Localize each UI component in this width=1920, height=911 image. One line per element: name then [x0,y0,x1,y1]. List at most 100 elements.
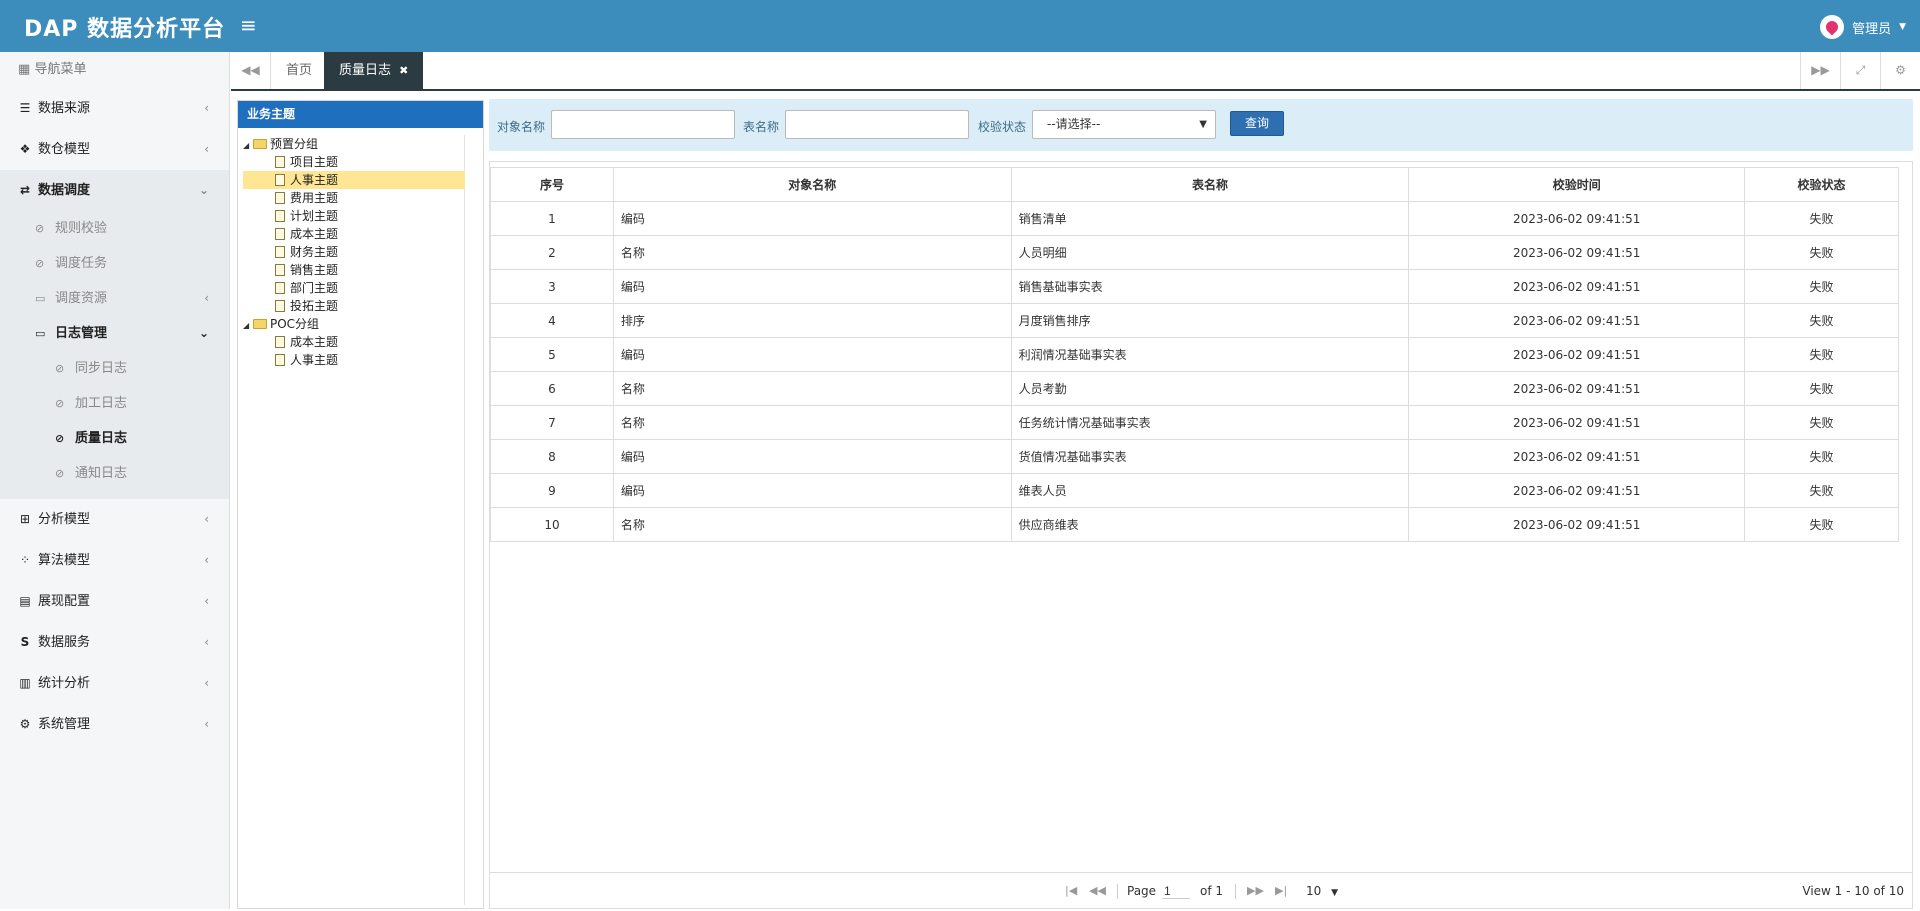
tree-node[interactable]: 财务主题 [243,243,464,261]
sidebar-item-warehouse-model[interactable]: ❖ 数仓模型 ‹ [0,129,229,170]
tab-scroll-left-icon[interactable]: ◀◀ [231,52,271,89]
page-number-input[interactable] [1162,883,1190,899]
column-header[interactable]: 校验状态 [1744,167,1899,202]
cell-table-name: 任务统计情况基础事实表 [1010,405,1410,440]
cell-table-name: 月度销售排序 [1010,303,1410,338]
fullscreen-icon[interactable]: ⤢ [1840,52,1880,89]
sidebar-item-data-service[interactable]: S 数据服务 ‹ [0,622,229,663]
sidebar-item-system-management[interactable]: ⚙ 系统管理 ‹ [0,704,229,745]
shuffle-icon: ⇄ [19,183,31,197]
table-row[interactable]: 6 名称 人员考勤 2023-06-02 09:41:51 失败 [490,371,1899,406]
tree-node-label: 销售主题 [290,263,339,277]
sidebar-item-schedule-resource[interactable]: ▭ 调度资源 ‹ [0,281,229,316]
sidebar-item-display-config[interactable]: ▤ 展现配置 ‹ [0,581,229,622]
tree-group-preset[interactable]: ◢ 预置分组 [243,135,464,153]
tree-node[interactable]: 销售主题 [243,261,464,279]
file-icon [275,282,285,294]
file-icon [275,174,285,186]
sidebar-item-log-management[interactable]: ▭ 日志管理 ⌄ [0,316,229,351]
object-name-input[interactable] [551,110,735,139]
table-row[interactable]: 9 编码 维表人员 2023-06-02 09:41:51 失败 [490,473,1899,508]
user-menu[interactable]: 管理员 ▼ [1820,15,1906,39]
tree-node[interactable]: 人事主题 [243,171,465,189]
query-button[interactable]: 查询 [1230,111,1285,136]
tree-node[interactable]: 成本主题 [243,225,464,243]
avatar[interactable] [1820,15,1845,39]
first-page-icon[interactable]: |◀ [1065,873,1077,909]
tree-group-poc[interactable]: ◢ POC分组 [243,315,464,333]
tab-home[interactable]: 首页 [271,52,327,89]
caret-down-icon[interactable]: ▼ [1899,22,1906,32]
file-icon [275,210,285,222]
sidebar-item-process-log[interactable]: ⊘ 加工日志 [0,386,229,421]
sidebar-item-statistics[interactable]: ▥ 统计分析 ‹ [0,663,229,704]
table-row[interactable]: 1 编码 销售清单 2023-06-02 09:41:51 失败 [490,201,1899,236]
tree-node[interactable]: 人事主题 [243,351,464,369]
close-icon[interactable]: ✖ [399,64,408,77]
sidebar-item-quality-log[interactable]: ⊘ 质量日志 [0,421,229,456]
sidebar-item-sync-log[interactable]: ⊘ 同步日志 [0,351,229,386]
column-header[interactable]: 校验时间 [1408,167,1746,202]
sidebar-item-data-source[interactable]: ☰ 数据来源 ‹ [0,88,229,129]
sidebar-item-label: 数仓模型 [38,142,91,157]
sidebar-item-label: 加工日志 [75,396,128,411]
check-status-select[interactable]: --请选择-- ▼ [1032,110,1216,139]
sidebar-item-label: 通知日志 [75,466,128,481]
tree-title: 业务主题 [238,101,483,128]
sidebar-item-algorithm-model[interactable]: ⁘ 算法模型 ‹ [0,540,229,581]
sidebar-item-label: 质量日志 [75,431,128,446]
gear-icon[interactable]: ⚙ [1880,52,1920,89]
chevron-down-icon: ▼ [1199,119,1207,130]
sidebar-item-label: 调度任务 [55,256,108,271]
cell-index: 1 [490,201,614,236]
cell-object-name: 编码 [612,337,1012,372]
sidebar-item-rule-check[interactable]: ⊘ 规则校验 [0,211,229,246]
table-row[interactable]: 2 名称 人员明细 2023-06-02 09:41:51 失败 [490,235,1899,270]
tree-node-label: 预置分组 [270,137,319,151]
cell-check-status: 失败 [1744,473,1899,508]
chevron-left-icon: ‹ [204,512,209,526]
column-header[interactable]: 序号 [490,167,614,202]
tree-node[interactable]: 计划主题 [243,207,464,225]
file-icon [275,336,285,348]
tree-node-label: 人事主题 [290,353,339,367]
next-page-icon[interactable]: ▶▶ [1247,873,1264,909]
sidebar-item-analysis-model[interactable]: ⊞ 分析模型 ‹ [0,499,229,540]
table-row[interactable]: 8 编码 货值情况基础事实表 2023-06-02 09:41:51 失败 [490,439,1899,474]
sidebar-item-notify-log[interactable]: ⊘ 通知日志 [0,456,229,491]
cell-index: 10 [490,507,614,542]
tree-node[interactable]: 部门主题 [243,279,464,297]
tree-node[interactable]: 项目主题 [243,153,464,171]
chevron-left-icon: ‹ [204,676,209,690]
leaf-icon: ⊘ [35,222,45,235]
tree-node[interactable]: 投拓主题 [243,297,464,315]
last-page-icon[interactable]: ▶| [1275,873,1287,909]
sidebar-item-data-schedule[interactable]: ⇄ 数据调度 ⌄ [0,170,229,211]
file-icon [275,246,285,258]
tree-node[interactable]: 成本主题 [243,333,464,351]
user-name[interactable]: 管理员 [1852,18,1891,37]
cell-index: 3 [490,269,614,304]
table-row[interactable]: 5 编码 利润情况基础事实表 2023-06-02 09:41:51 失败 [490,337,1899,372]
rows-per-page-select[interactable]: 10 ▼ [1306,873,1338,909]
table-row[interactable]: 10 名称 供应商维表 2023-06-02 09:41:51 失败 [490,507,1899,542]
tree-node-label: 成本主题 [290,227,339,241]
cell-check-time: 2023-06-02 09:41:51 [1408,201,1746,236]
column-header[interactable]: 表名称 [1010,167,1410,202]
cell-index: 5 [490,337,614,372]
column-header[interactable]: 对象名称 [612,167,1012,202]
tree-node[interactable]: 费用主题 [243,189,464,207]
tab-label: 首页 [286,63,313,78]
menu-toggle-icon[interactable]: ≡ [240,13,257,37]
prev-page-icon[interactable]: ◀◀ [1089,873,1106,909]
table-row[interactable]: 4 排序 月度销售排序 2023-06-02 09:41:51 失败 [490,303,1899,338]
tab-quality-log[interactable]: 质量日志 ✖ [324,52,424,89]
table-name-input[interactable] [785,110,969,139]
tab-scroll-right-icon[interactable]: ▶▶ [1800,52,1840,89]
cell-check-status: 失败 [1744,507,1899,542]
cell-check-status: 失败 [1744,201,1899,236]
table-row[interactable]: 7 名称 任务统计情况基础事实表 2023-06-02 09:41:51 失败 [490,405,1899,440]
sidebar-item-schedule-task[interactable]: ⊘ 调度任务 [0,246,229,281]
table-row[interactable]: 3 编码 销售基础事实表 2023-06-02 09:41:51 失败 [490,269,1899,304]
cell-check-status: 失败 [1744,405,1899,440]
